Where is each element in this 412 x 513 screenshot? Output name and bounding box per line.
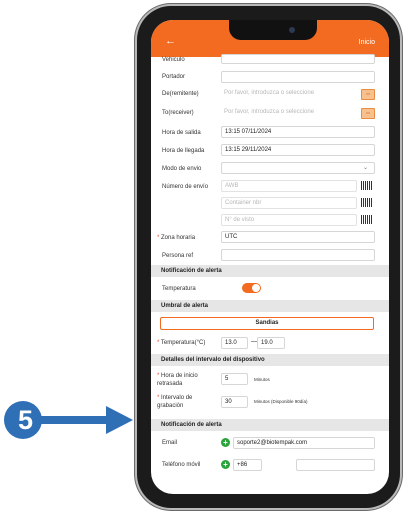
camera-dot [289,27,295,33]
temperatura-label: Temperatura [162,286,196,292]
salida-input[interactable]: 13:15 07/11/2024 [221,126,375,138]
inicio-input[interactable]: 5 [221,373,248,385]
temp-min-input[interactable]: 13.0 [221,337,248,349]
back-arrow-icon[interactable]: ← [165,36,176,47]
section-notificacion-2: Notificación de alerta [151,419,389,431]
inicio-button[interactable]: Inicio [359,39,375,46]
modo-select[interactable]: ⌄ [221,162,375,174]
portador-label: Portador [162,74,186,80]
persona-label: Persona ref [162,253,194,259]
umbral-temp-label: * Temperatura(°C) [157,339,205,347]
to-select-icon[interactable]: ▭ [361,108,375,119]
add-email-icon[interactable]: + [221,438,230,447]
llegada-label: Hora de llegada [162,148,205,154]
zona-label: * Zona horaria [157,234,195,242]
email-input[interactable]: soporte2@biotempak.com [233,437,375,449]
inicio-unit: Minutos [254,377,270,382]
awb-input[interactable]: AWB [221,180,357,192]
form-content: Vehiculo Portador De(remitente) Por favo… [151,54,389,494]
modo-label: Modo de envio [162,166,202,172]
awb-barcode-icon[interactable] [361,181,373,190]
to-input[interactable]: Por favor, introduzca o seleccione [221,107,375,119]
numero-label: Número de envío [162,184,209,190]
umbral-temp-text: Temperatura(°C) [160,340,206,346]
visto-barcode-icon[interactable] [361,215,373,224]
chevron-down-icon: ⌄ [362,165,368,171]
section-notificacion-1: Notificación de alerta [151,265,389,277]
phone-notch [229,20,317,40]
persona-input[interactable] [221,249,375,261]
inicio-label: * Hora de inicio retrasada [157,372,212,388]
phone-code-input[interactable]: +86 [233,459,262,471]
vehiculo-label: Vehiculo [162,57,185,63]
phone-label: Teléfono móvil [162,462,201,468]
grabacion-unit: Minutos (Disponible 90día) [254,399,308,404]
step-number: 5 [18,405,34,435]
toggle-knob [252,284,260,292]
to-label: To(receiver) [162,110,194,116]
zona-text: Zona horaria [161,235,196,241]
llegada-input[interactable]: 13:15 29/11/2024 [221,144,375,156]
section-umbral: Umbral de alerta [151,300,389,312]
inicio-text: Hora de inicio retrasada [157,373,198,387]
de-select-icon[interactable]: ▭ [361,89,375,100]
vehiculo-input[interactable] [221,54,375,64]
portador-input[interactable] [221,71,375,83]
add-phone-icon[interactable]: + [221,460,230,469]
temp-max-input[interactable]: 19.0 [257,337,285,349]
grabacion-input[interactable]: 30 [221,396,248,408]
container-input[interactable]: Container nbr [221,197,357,209]
salida-label: Hora de salida [162,130,201,136]
phone-number-input[interactable] [296,459,375,471]
de-label: De(remitente) [162,91,199,97]
email-label: Email [162,440,178,446]
container-barcode-icon[interactable] [361,198,373,207]
app-screen: ← Inicio Vehiculo Portador De(remitente)… [151,20,389,494]
temperatura-toggle[interactable] [242,283,261,293]
visto-input[interactable]: N° de visto [221,214,357,226]
zona-input[interactable]: UTC [221,231,375,243]
grabacion-label: * Intervalo de grabación [157,394,212,410]
de-input[interactable]: Por favor, introduzca o seleccione [221,88,375,100]
product-button-sandias[interactable]: Sandias [160,317,374,330]
grabacion-text: Intervalo de grabación [157,395,193,409]
section-detalles: Detalles del intervalo del dispositivo [151,354,389,366]
